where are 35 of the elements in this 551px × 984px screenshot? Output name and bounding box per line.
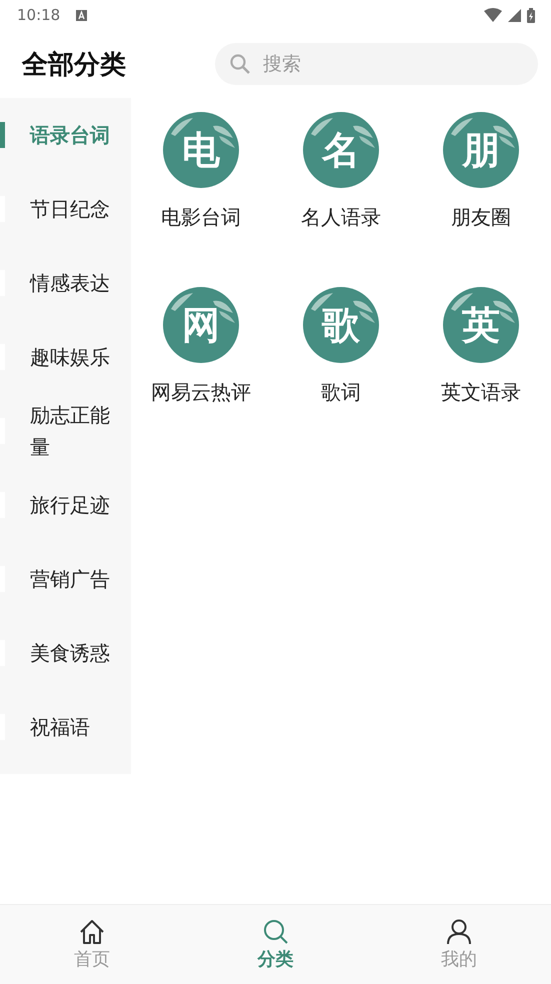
wifi-icon — [484, 8, 502, 22]
nav-tab[interactable]: 我的 — [367, 905, 551, 984]
category-label: 朋友圈 — [451, 204, 511, 231]
status-time: 10:18 — [17, 6, 60, 24]
category-icon[interactable]: 电 — [163, 112, 239, 188]
category-label: 电影台词 — [161, 204, 241, 231]
category-icon[interactable]: 英 — [443, 287, 519, 363]
sidebar-item[interactable]: 情感表达 — [0, 246, 131, 320]
sidebar-item[interactable]: 美食诱惑 — [0, 616, 131, 690]
user-icon — [447, 918, 472, 944]
category-icon[interactable]: 朋 — [443, 112, 519, 188]
search-icon — [229, 53, 251, 75]
category-label: 英文语录 — [441, 379, 521, 406]
sidebar-item[interactable]: 祝福语 — [0, 690, 131, 764]
category-icon[interactable]: 歌 — [303, 287, 379, 363]
sidebar-item[interactable]: 旅行足迹 — [0, 468, 131, 542]
sidebar-item[interactable]: 语录台词 — [0, 98, 131, 172]
sidebar-item[interactable]: 节日纪念 — [0, 172, 131, 246]
category-icon[interactable]: 网 — [163, 287, 239, 363]
search-icon — [262, 918, 288, 944]
home-icon — [78, 918, 105, 944]
search-field[interactable]: 搜索 — [215, 43, 538, 85]
nav-tab[interactable]: 首页 — [0, 905, 184, 984]
sidebar-item[interactable]: 励志正能量 — [0, 394, 131, 468]
signal-icon — [508, 8, 521, 22]
category-label: 歌词 — [321, 379, 361, 406]
keyboard-icon — [76, 10, 88, 20]
category-label: 名人语录 — [301, 204, 381, 231]
page-title: 全部分类 — [22, 48, 127, 82]
nav-tab[interactable]: 分类 — [184, 905, 368, 984]
sidebar-item[interactable]: 营销广告 — [0, 542, 131, 616]
category-icon[interactable]: 名 — [303, 112, 379, 188]
sidebar-item[interactable]: 趣味娱乐 — [0, 320, 131, 394]
category-label: 网易云热评 — [151, 379, 251, 406]
battery-icon — [527, 8, 535, 22]
